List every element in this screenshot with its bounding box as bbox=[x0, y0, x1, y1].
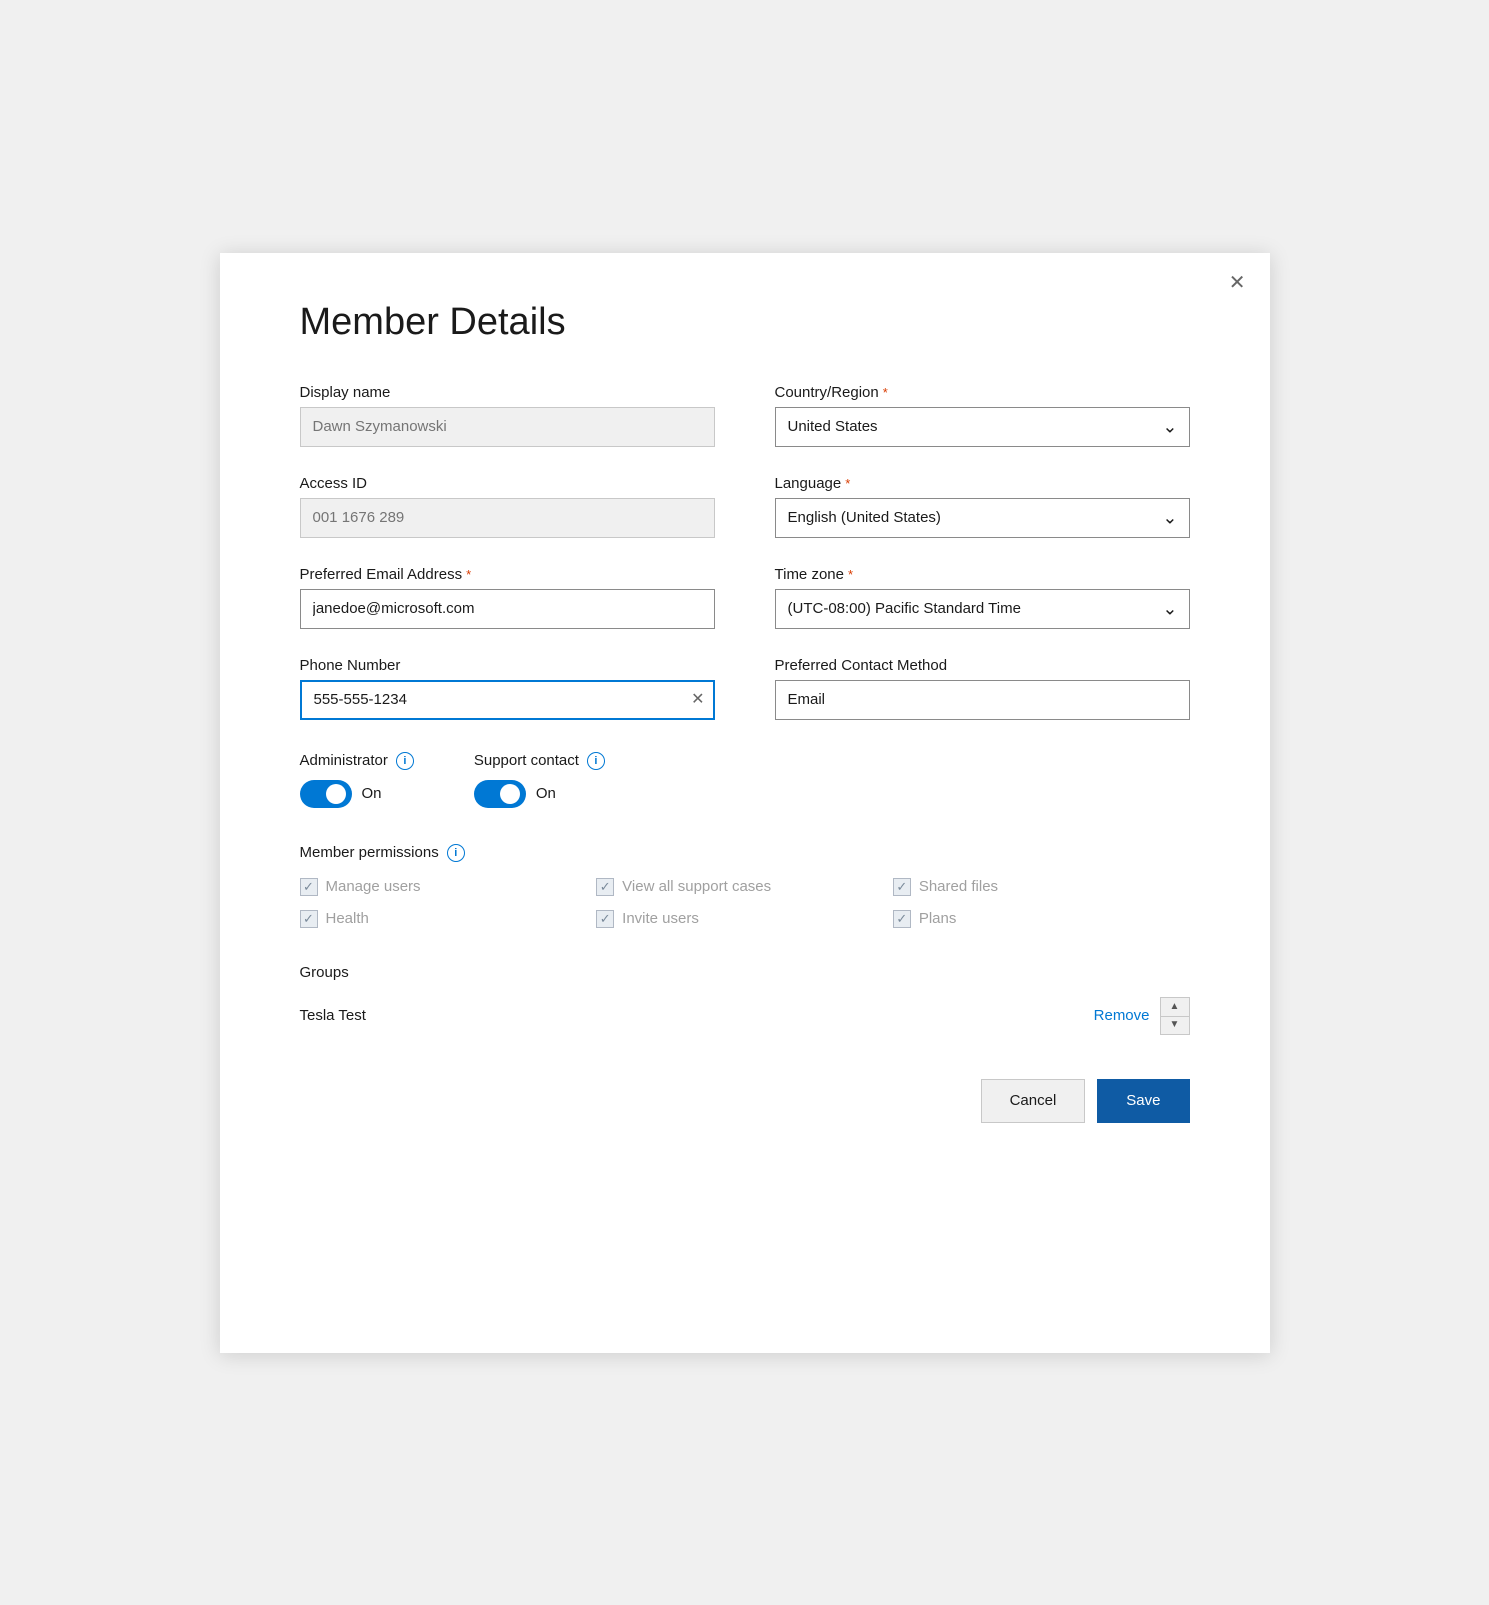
language-label: Language * bbox=[775, 475, 1190, 492]
language-group: Language * English (United States) ⌄ bbox=[775, 475, 1190, 538]
email-group: Preferred Email Address * bbox=[300, 566, 715, 629]
phone-input[interactable] bbox=[300, 680, 715, 720]
plans-check-icon: ✓ bbox=[896, 912, 907, 925]
sort-up-button[interactable]: ▲ bbox=[1161, 998, 1189, 1016]
access-id-input[interactable] bbox=[300, 498, 715, 538]
timezone-required-star: * bbox=[848, 567, 853, 582]
permissions-section: Member permissions i ✓ Manage users ✓ Vi… bbox=[300, 844, 1190, 928]
email-input[interactable] bbox=[300, 589, 715, 629]
phone-group: Phone Number ✕ bbox=[300, 657, 715, 720]
permissions-title: Member permissions i bbox=[300, 844, 1190, 862]
cancel-button[interactable]: Cancel bbox=[981, 1079, 1086, 1123]
invite-users-checkbox[interactable]: ✓ bbox=[596, 910, 614, 928]
language-required-star: * bbox=[845, 476, 850, 491]
sort-arrows: ▲ ▼ bbox=[1160, 997, 1190, 1035]
permission-view-support-cases: ✓ View all support cases bbox=[596, 878, 893, 896]
close-button[interactable]: ✕ bbox=[1229, 273, 1246, 293]
view-support-cases-label: View all support cases bbox=[622, 878, 771, 895]
administrator-info-icon[interactable]: i bbox=[396, 752, 414, 770]
group-row: Tesla Test Remove ▲ ▼ bbox=[300, 993, 1190, 1039]
save-button[interactable]: Save bbox=[1097, 1079, 1189, 1123]
administrator-toggle-group: Administrator i On bbox=[300, 752, 414, 808]
support-contact-label: Support contact bbox=[474, 752, 579, 769]
support-contact-toggle[interactable] bbox=[474, 780, 526, 808]
administrator-on-label: On bbox=[362, 785, 382, 802]
footer-actions: Cancel Save bbox=[300, 1079, 1190, 1123]
toggles-section: Administrator i On Support contact i bbox=[300, 752, 1190, 808]
group-actions: Remove ▲ ▼ bbox=[1094, 997, 1190, 1035]
phone-wrapper: ✕ bbox=[300, 680, 715, 720]
plans-checkbox[interactable]: ✓ bbox=[893, 910, 911, 928]
language-select[interactable]: English (United States) bbox=[775, 498, 1190, 538]
shared-files-checkbox[interactable]: ✓ bbox=[893, 878, 911, 896]
group-remove-link[interactable]: Remove bbox=[1094, 1007, 1150, 1024]
groups-title: Groups bbox=[300, 964, 1190, 981]
health-label: Health bbox=[326, 910, 369, 927]
shared-files-check-icon: ✓ bbox=[896, 880, 907, 893]
contact-method-input[interactable] bbox=[775, 680, 1190, 720]
access-id-label: Access ID bbox=[300, 475, 715, 492]
permission-invite-users: ✓ Invite users bbox=[596, 910, 893, 928]
member-details-modal: ✕ Member Details Display name Country/Re… bbox=[220, 253, 1270, 1353]
modal-title: Member Details bbox=[300, 301, 1190, 344]
timezone-group: Time zone * (UTC-08:00) Pacific Standard… bbox=[775, 566, 1190, 629]
timezone-label: Time zone * bbox=[775, 566, 1190, 583]
permission-manage-users: ✓ Manage users bbox=[300, 878, 597, 896]
plans-label: Plans bbox=[919, 910, 957, 927]
contact-method-label: Preferred Contact Method bbox=[775, 657, 1190, 674]
email-label: Preferred Email Address * bbox=[300, 566, 715, 583]
invite-users-label: Invite users bbox=[622, 910, 699, 927]
manage-users-checkbox[interactable]: ✓ bbox=[300, 878, 318, 896]
administrator-label-row: Administrator i bbox=[300, 752, 414, 770]
country-required-star: * bbox=[883, 385, 888, 400]
timezone-select-wrapper: (UTC-08:00) Pacific Standard Time ⌄ bbox=[775, 589, 1190, 629]
invite-users-check-icon: ✓ bbox=[600, 912, 611, 925]
form-grid: Display name Country/Region * United Sta… bbox=[300, 384, 1190, 720]
permission-shared-files: ✓ Shared files bbox=[893, 878, 1190, 896]
manage-users-check-icon: ✓ bbox=[303, 880, 314, 893]
health-checkbox[interactable]: ✓ bbox=[300, 910, 318, 928]
display-name-input[interactable] bbox=[300, 407, 715, 447]
display-name-label: Display name bbox=[300, 384, 715, 401]
view-support-cases-check-icon: ✓ bbox=[600, 880, 611, 893]
administrator-toggle-row: On bbox=[300, 780, 414, 808]
support-contact-label-row: Support contact i bbox=[474, 752, 605, 770]
shared-files-label: Shared files bbox=[919, 878, 998, 895]
phone-label: Phone Number bbox=[300, 657, 715, 674]
support-contact-on-label: On bbox=[536, 785, 556, 802]
group-name: Tesla Test bbox=[300, 1007, 366, 1024]
contact-method-group: Preferred Contact Method bbox=[775, 657, 1190, 720]
timezone-select[interactable]: (UTC-08:00) Pacific Standard Time bbox=[775, 589, 1190, 629]
sort-down-button[interactable]: ▼ bbox=[1161, 1016, 1189, 1034]
view-support-cases-checkbox[interactable]: ✓ bbox=[596, 878, 614, 896]
country-select[interactable]: United States bbox=[775, 407, 1190, 447]
support-contact-toggle-row: On bbox=[474, 780, 605, 808]
manage-users-label: Manage users bbox=[326, 878, 421, 895]
country-select-wrapper: United States ⌄ bbox=[775, 407, 1190, 447]
administrator-label: Administrator bbox=[300, 752, 388, 769]
country-region-group: Country/Region * United States ⌄ bbox=[775, 384, 1190, 447]
groups-section: Groups Tesla Test Remove ▲ ▼ bbox=[300, 964, 1190, 1039]
health-check-icon: ✓ bbox=[303, 912, 314, 925]
permissions-grid: ✓ Manage users ✓ View all support cases … bbox=[300, 878, 1190, 928]
email-required-star: * bbox=[466, 567, 471, 582]
support-contact-toggle-group: Support contact i On bbox=[474, 752, 605, 808]
permission-plans: ✓ Plans bbox=[893, 910, 1190, 928]
display-name-group: Display name bbox=[300, 384, 715, 447]
permissions-info-icon[interactable]: i bbox=[447, 844, 465, 862]
phone-clear-button[interactable]: ✕ bbox=[691, 692, 704, 708]
access-id-group: Access ID bbox=[300, 475, 715, 538]
support-contact-info-icon[interactable]: i bbox=[587, 752, 605, 770]
country-region-label: Country/Region * bbox=[775, 384, 1190, 401]
permission-health: ✓ Health bbox=[300, 910, 597, 928]
language-select-wrapper: English (United States) ⌄ bbox=[775, 498, 1190, 538]
administrator-toggle[interactable] bbox=[300, 780, 352, 808]
